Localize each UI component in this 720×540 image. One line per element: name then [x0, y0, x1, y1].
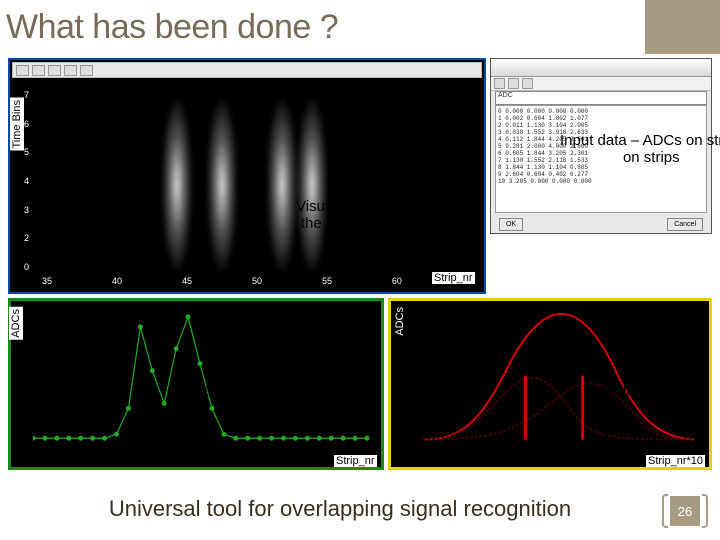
heatmap-blob [267, 100, 297, 270]
data-window-footer: OK Cancel [499, 218, 703, 231]
page-number: 26 [678, 504, 692, 519]
heatmap-x-ticks: 35 40 45 50 55 60 65 [42, 276, 472, 286]
heatmap-panel: Time Bins 7 6 5 4 3 2 0 35 40 45 50 55 6… [8, 58, 486, 294]
heatmap-canvas: Time Bins 7 6 5 4 3 2 0 35 40 45 50 55 6… [12, 80, 482, 290]
heatmap-blob [207, 100, 237, 270]
annotation-visualization: Visualization of the input data [296, 198, 397, 232]
title-bar: What has been done ? [0, 0, 720, 54]
y-axis-label-adcs-2: ADCs [394, 307, 406, 336]
cancel-button[interactable]: Cancel [667, 218, 703, 231]
annotation-result: Result display [588, 382, 681, 399]
y-axis-label-adcs: ADCs [9, 307, 23, 340]
x-axis-label-stripnr-scaled: Strip_nr*10 [646, 455, 705, 467]
bracket-left-icon [662, 494, 668, 528]
page-number-badge: 26 [662, 492, 708, 530]
toolbar-icon[interactable] [80, 65, 93, 76]
toolbar-icon[interactable] [522, 78, 533, 89]
data-window-titlebar [491, 59, 711, 77]
heatmap-blob [297, 100, 327, 270]
toolbar-icon[interactable] [508, 78, 519, 89]
toolbar-icon[interactable] [48, 65, 61, 76]
bracket-right-icon [702, 494, 708, 528]
data-row: 10 3.205 0.000 0.000 0.000 [498, 178, 704, 185]
data-row: 1 0.002 0.604 1.802 1.077 [498, 115, 704, 122]
toolbar-icon[interactable] [32, 65, 45, 76]
toolbar-icon[interactable] [64, 65, 77, 76]
data-window-toolbar [491, 77, 711, 91]
heatmap-y-ticks: 7 6 5 4 3 2 0 [24, 90, 29, 272]
annotation-input-data: Input data – ADCs on strips on strips [560, 132, 720, 166]
annotation-search-area: Search area selection [186, 382, 331, 399]
data-row: 2 0.011 1.130 3.104 2.005 [498, 122, 704, 129]
result-plot [413, 309, 699, 442]
data-row: 0 0.000 0.000 0.000 0.000 [498, 108, 704, 115]
slide-title: What has been done ? [0, 8, 338, 47]
expression-input[interactable]: ADC [495, 91, 707, 105]
title-accent [648, 0, 720, 54]
data-row: 9 2.604 0.604 0.402 0.277 [498, 171, 704, 178]
y-axis-label-timebins: Time Bins [10, 98, 24, 151]
heatmap-toolbar [12, 62, 482, 78]
toolbar-icon[interactable] [494, 78, 505, 89]
toolbar-icon[interactable] [16, 65, 29, 76]
search-plot [33, 309, 371, 448]
slide-caption: Universal tool for overlapping signal re… [40, 496, 640, 522]
heatmap-blob [162, 100, 192, 270]
x-axis-label-stripnr: Strip_nr [432, 272, 475, 284]
ok-button[interactable]: OK [499, 218, 523, 231]
x-axis-label-stripnr-2: Strip_nr [334, 455, 377, 467]
slide: What has been done ? Time Bins 7 6 5 4 3… [0, 0, 720, 540]
